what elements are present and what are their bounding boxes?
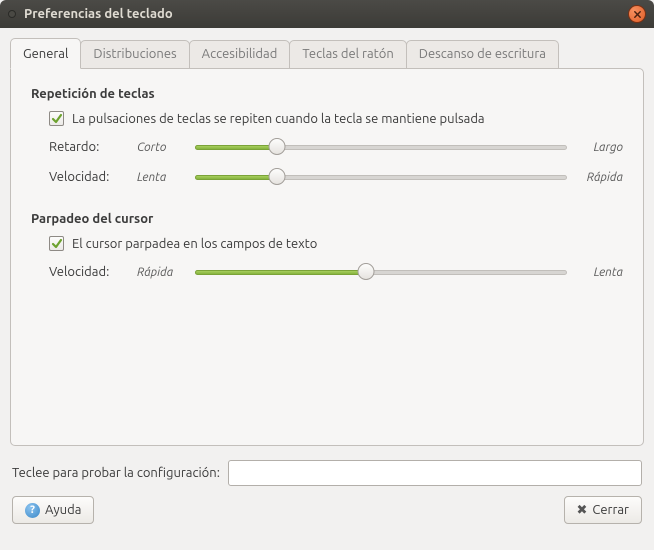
titlebar: Preferencias del teclado (0, 0, 654, 28)
section-title-cursor: Parpadeo del cursor (31, 212, 623, 226)
tab-distribuciones[interactable]: Distribuciones (80, 40, 189, 68)
cursor-speed-row: Velocidad: Rápida Lenta (49, 263, 623, 281)
close-icon (633, 10, 642, 19)
cursor-speed-slider[interactable] (195, 263, 567, 281)
check-icon (51, 113, 63, 125)
help-icon: ? (25, 503, 40, 518)
repeat-checkbox-label: La pulsaciones de teclas se repiten cuan… (72, 112, 485, 126)
test-input-label: Teclee para probar la configuración: (12, 466, 220, 480)
close-x-icon: ✖ (577, 503, 588, 518)
repeat-checkbox-row: La pulsaciones de teclas se repiten cuan… (49, 111, 623, 126)
cursor-speed-max: Lenta (575, 266, 623, 279)
repeat-delay-slider[interactable] (195, 138, 567, 156)
tab-descanso-escritura[interactable]: Descanso de escritura (406, 40, 559, 68)
test-input-row: Teclee para probar la configuración: (12, 460, 642, 486)
repeat-delay-max: Largo (575, 141, 623, 154)
close-button[interactable]: ✖ Cerrar (564, 496, 643, 524)
repeat-delay-row: Retardo: Corto Largo (49, 138, 623, 156)
tab-panel-general: Repetición de teclas La pulsaciones de t… (10, 68, 644, 446)
repeat-speed-max: Rápida (575, 171, 623, 184)
repeat-speed-label: Velocidad: (49, 170, 129, 184)
cursor-checkbox-row: El cursor parpadea en los campos de text… (49, 236, 623, 251)
help-button[interactable]: ? Ayuda (12, 496, 94, 524)
tab-bar: General Distribuciones Accesibilidad Tec… (10, 38, 644, 68)
cursor-blink-checkbox[interactable] (49, 236, 64, 251)
repeat-enabled-checkbox[interactable] (49, 111, 64, 126)
repeat-speed-min: Lenta (137, 171, 187, 184)
window-title: Preferencias del teclado (24, 7, 173, 21)
repeat-speed-row: Velocidad: Lenta Rápida (49, 168, 623, 186)
window-body: General Distribuciones Accesibilidad Tec… (0, 28, 654, 534)
repeat-delay-label: Retardo: (49, 140, 129, 154)
cursor-checkbox-label: El cursor parpadea en los campos de text… (72, 237, 317, 251)
close-button-label: Cerrar (592, 503, 629, 517)
window-close-button[interactable] (628, 5, 646, 23)
repeat-speed-slider[interactable] (195, 168, 567, 186)
tab-teclas-raton[interactable]: Teclas del ratón (289, 40, 406, 68)
cursor-speed-label: Velocidad: (49, 265, 129, 279)
cursor-speed-min: Rápida (137, 266, 187, 279)
help-button-label: Ayuda (45, 503, 81, 517)
tab-general[interactable]: General (10, 38, 81, 69)
section-title-repeat: Repetición de teclas (31, 87, 623, 101)
repeat-delay-min: Corto (137, 141, 187, 154)
check-icon (51, 238, 63, 250)
app-menu-icon (8, 10, 16, 18)
test-input[interactable] (228, 460, 642, 486)
tab-accesibilidad[interactable]: Accesibilidad (189, 40, 291, 68)
dialog-button-row: ? Ayuda ✖ Cerrar (12, 496, 642, 524)
